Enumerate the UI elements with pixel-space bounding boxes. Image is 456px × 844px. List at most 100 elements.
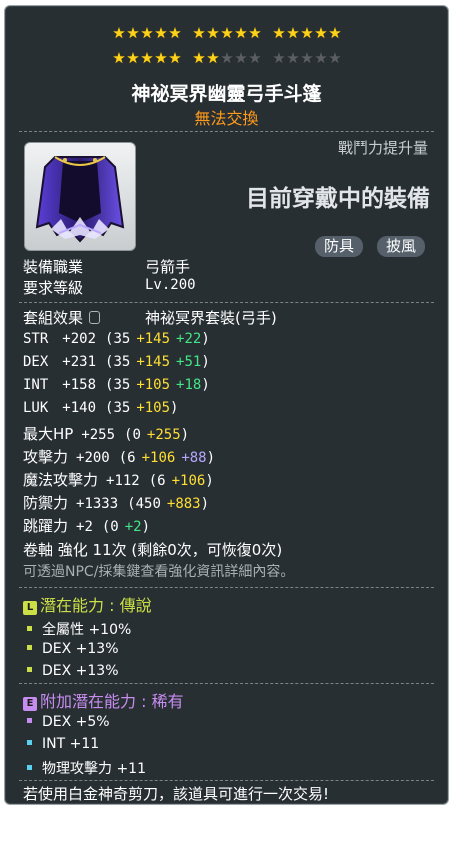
star-filled-icon: ★ <box>220 24 233 42</box>
star-filled-icon: ★ <box>168 49 181 67</box>
star-filled-icon: ★ <box>206 24 219 42</box>
trade-status: 無法交換 <box>194 109 259 128</box>
stat-scroll: +255 <box>146 427 181 443</box>
additional-potential-line-text: DEX +5% <box>42 714 110 730</box>
bullet-icon <box>27 718 32 723</box>
additional-potential-line: DEX +5% <box>27 714 110 730</box>
stat-name: 跳躍力 <box>23 517 69 535</box>
star-empty-icon: ★ <box>248 49 261 67</box>
stat-base: (35 <box>105 400 131 416</box>
stat-total: +158 <box>62 377 97 393</box>
set-effect-label: 套組效果 <box>23 309 84 327</box>
star-filled-icon: ★ <box>300 24 313 42</box>
stat-close: ) <box>205 473 214 489</box>
stat-row: 最大HP +255 (0 +255) <box>23 423 189 444</box>
job-value: 弓箭手 <box>145 258 191 276</box>
star-filled-icon: ★ <box>140 49 153 67</box>
stat-scroll: +106 <box>171 473 206 489</box>
stat-row: STR +202 (35 +145 +22) <box>23 331 210 347</box>
bullet-icon <box>27 667 32 672</box>
stat-row: 跳躍力 +2 (0 +2) <box>23 515 150 536</box>
bullet-icon <box>27 765 32 770</box>
star-filled-icon: ★ <box>126 24 139 42</box>
bullet-icon <box>27 740 32 745</box>
star-filled-icon: ★ <box>192 24 205 42</box>
stat-total: +2 <box>76 519 93 535</box>
stat-scroll: +883 <box>166 496 201 512</box>
star-empty-icon: ★ <box>272 49 285 67</box>
star-filled-icon: ★ <box>328 24 341 42</box>
stat-row: 魔法攻擊力 +112 (6 +106) <box>23 469 214 490</box>
tag-armor: 防具 <box>315 236 364 257</box>
stat-total: +200 <box>76 450 110 466</box>
stat-name: 最大HP <box>23 425 74 443</box>
cape-icon <box>35 156 125 243</box>
star-empty-icon: ★ <box>286 49 299 67</box>
stat-row: 攻擊力 +200 (6 +106 +88) <box>23 446 215 467</box>
star-filled-icon: ★ <box>154 49 167 67</box>
currently-equipped-text: 目前穿戴中的裝備 <box>246 186 430 212</box>
star-empty-icon: ★ <box>300 49 313 67</box>
stat-scroll: +105 <box>136 377 171 393</box>
potential-line: DEX +13% <box>27 641 119 657</box>
combat-power-label: 戰鬥力提升量 <box>337 139 428 157</box>
stat-close: ) <box>201 377 210 393</box>
stat-total: +202 <box>62 331 97 347</box>
stat-extra: +88 <box>181 450 207 466</box>
stat-base: (450 <box>127 496 161 512</box>
item-tooltip: ★ ★ ★ ★ ★ ★ ★ ★ ★ ★ ★ ★ ★ ★ ★ ★ ★ ★ ★ ★ ★ ★ ★ ★ ★ ★ ★ ★ ★ ★ 神祕冥界幽靈弓手… <box>4 5 449 805</box>
divider <box>19 683 434 684</box>
divider <box>19 587 434 588</box>
set-effect-value: 神祕冥界套裝(弓手) <box>145 309 277 327</box>
stat-row: 防禦力 +1333 (450 +883) <box>23 492 209 513</box>
potential-header: L 潛在能力 : 傳說 <box>23 592 152 616</box>
potential-line: DEX +13% <box>27 663 119 679</box>
stat-close: ) <box>201 354 210 370</box>
stat-row: INT +158 (35 +105 +18) <box>23 377 210 393</box>
item-name: 神祕冥界幽靈弓手斗篷 <box>131 83 322 105</box>
stat-base: (35 <box>105 331 131 347</box>
potential-line-text: 全屬性 +10% <box>42 622 132 638</box>
item-icon-frame <box>24 142 136 251</box>
stat-total: +255 <box>81 427 116 443</box>
additional-potential-line-text: INT +11 <box>42 736 100 752</box>
trade-footer: 若使用白金神奇剪刀，該道具可進行一次交易! <box>23 785 330 803</box>
stat-base: (35 <box>105 354 131 370</box>
star-filled-icon: ★ <box>248 24 261 42</box>
potential-line: 全屬性 +10% <box>27 619 131 639</box>
star-force-row-1: ★ ★ ★ ★ ★ ★ ★ ★ ★ ★ ★ ★ ★ ★ ★ <box>5 25 448 41</box>
stat-scroll: +106 <box>141 450 176 466</box>
set-effect[interactable]: 套組效果 神祕冥界套裝(弓手) <box>23 307 277 328</box>
stat-name: 防禦力 <box>23 494 69 512</box>
stat-row: DEX +231 (35 +145 +51) <box>23 354 210 370</box>
stat-name: LUK <box>23 400 49 416</box>
stat-total: +1333 <box>76 496 119 512</box>
level-value: Lv.200 <box>145 277 196 293</box>
divider <box>19 131 434 132</box>
stat-extra: +18 <box>176 377 202 393</box>
stat-close: ) <box>141 519 151 535</box>
additional-potential-line: INT +11 <box>27 736 99 752</box>
stat-name: 攻擊力 <box>23 448 69 466</box>
potential-label: 潛在能力 : 傳說 <box>40 596 152 615</box>
star-filled-icon: ★ <box>126 49 139 67</box>
stat-base: (0 <box>124 427 141 443</box>
stat-name: STR <box>23 331 49 347</box>
additional-potential-line-text: 物理攻擊力 +11 <box>42 761 146 777</box>
stat-name: 魔法攻擊力 <box>23 471 99 489</box>
job-label: 裝備職業 <box>23 258 84 276</box>
star-filled-icon: ★ <box>112 24 125 42</box>
rare-grade-icon: E <box>23 697 37 711</box>
stat-total: +112 <box>106 473 140 489</box>
star-filled-icon: ★ <box>154 24 167 42</box>
stat-row: LUK +140 (35 +105) <box>23 400 178 416</box>
stat-close: ) <box>180 427 190 443</box>
divider <box>19 780 434 781</box>
tag-cape: 披風 <box>377 236 426 257</box>
star-force-row-2: ★ ★ ★ ★ ★ ★ ★ ★ ★ ★ ★ ★ ★ ★ ★ <box>5 50 448 66</box>
stat-close: ) <box>200 496 210 512</box>
star-empty-icon: ★ <box>314 49 327 67</box>
additional-potential-line: 物理攻擊力 +11 <box>27 758 146 778</box>
stat-base: (35 <box>105 377 131 393</box>
lock-icon <box>89 311 101 324</box>
